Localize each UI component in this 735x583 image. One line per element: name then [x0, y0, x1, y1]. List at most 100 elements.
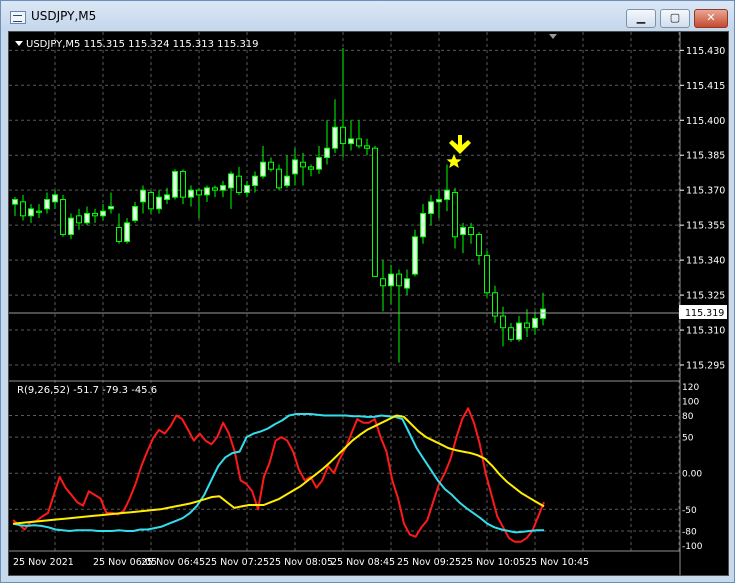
candle-body: [92, 212, 98, 217]
candle-body: [476, 233, 482, 256]
indicator-axis-label: -100: [682, 542, 703, 552]
candle-body: [132, 206, 138, 221]
candle-body: [380, 278, 386, 287]
candle-body: [268, 161, 274, 170]
candle-body: [44, 199, 50, 210]
candle-body: [148, 192, 154, 210]
price-axis-label: 115.310: [686, 326, 725, 337]
candle-body: [324, 147, 330, 159]
candle-body: [52, 194, 58, 203]
symbol-info-line: USDJPY,M5 115.315 115.324 115.313 115.31…: [26, 39, 259, 50]
price-axis-label: 115.295: [686, 361, 725, 372]
candle-body: [396, 273, 402, 287]
candle-body: [84, 212, 90, 224]
candle-body: [412, 236, 418, 275]
window-titlebar[interactable]: USDJPY,M5 ▁ ▢ ✕: [1, 1, 734, 31]
indicator-line: [12, 413, 544, 534]
indicator-axis-label: 0.00: [682, 470, 702, 480]
collapse-triangle-icon[interactable]: [15, 41, 23, 46]
candle-body: [340, 126, 346, 145]
time-axis-label: 25 Nov 2021: [13, 557, 74, 568]
candle-body: [436, 199, 442, 203]
time-axis-label: 25 Nov 09:25: [397, 557, 461, 568]
price-axis-label: 115.415: [686, 81, 725, 92]
candle-body: [20, 201, 26, 217]
candle-body: [100, 210, 106, 217]
candle-body: [316, 157, 322, 170]
indicator-axis-label: 50: [682, 434, 694, 444]
candle-body: [532, 317, 538, 329]
candle-body: [172, 171, 178, 198]
chart-shift-marker-icon[interactable]: [549, 34, 557, 39]
time-axis-label: 25 Nov 08:45: [331, 557, 395, 568]
price-axis-label: 115.400: [686, 116, 725, 127]
candle-body: [156, 196, 162, 210]
candle-body: [348, 138, 354, 145]
price-axis-label: 115.430: [686, 46, 725, 57]
price-axis-label: 115.355: [686, 221, 725, 232]
price-chart-svg[interactable]: USDJPY,M5 115.315 115.324 115.313 115.31…: [9, 32, 728, 575]
chart-area[interactable]: USDJPY,M5 115.315 115.324 115.313 115.31…: [8, 31, 729, 576]
time-axis-label: 25 Nov 08:05: [269, 557, 333, 568]
indicator-axis-label: 80: [682, 412, 694, 422]
candle-body: [164, 194, 170, 201]
candle-body: [76, 215, 82, 224]
candle-body: [420, 212, 426, 238]
time-axis-label: 25 Nov 06:45: [141, 557, 205, 568]
candle-body: [204, 187, 210, 196]
minimize-button[interactable]: ▁: [626, 9, 656, 28]
candle-body: [60, 199, 66, 235]
down-arrow-icon: [449, 135, 471, 154]
candle-body: [180, 171, 186, 198]
window-title: USDJPY,M5: [31, 9, 97, 23]
indicator-label: R(9,26,52) -51.7 -79.3 -45.6: [17, 385, 157, 396]
candle-body: [460, 226, 466, 235]
indicator-axis-label: 120: [682, 383, 699, 393]
candle-body: [188, 189, 194, 198]
maximize-button[interactable]: ▢: [660, 9, 690, 28]
candle-body: [500, 315, 506, 329]
candle-body: [124, 222, 130, 242]
price-axis-label: 115.370: [686, 186, 725, 197]
candle-body: [260, 161, 266, 177]
candle-body: [244, 185, 250, 194]
candle-body: [372, 147, 378, 277]
candle-body: [388, 273, 394, 287]
candle-body: [508, 327, 514, 340]
indicator-axis-label: -80: [682, 527, 697, 537]
chart-window-icon: [10, 11, 26, 24]
indicator-line: [12, 407, 545, 543]
indicator-axis-label: 100: [682, 398, 699, 408]
candle-body: [36, 210, 42, 213]
candle-body: [444, 189, 450, 201]
time-axis-label: 25 Nov 10:45: [525, 557, 589, 568]
time-axis-labels: 25 Nov 2021 25 Nov 06:0525 Nov 06:45 25 No…: [13, 557, 589, 568]
price-axis-labels: 115.430 115.415 115.400 115.385 115.370 115.3…: [680, 46, 725, 372]
candle-body: [108, 206, 114, 210]
candle-body: [212, 187, 218, 191]
candle-body: [524, 322, 530, 329]
candle-body: [300, 161, 306, 168]
candle-body: [540, 308, 546, 319]
candle-body: [484, 254, 490, 294]
grid-lines: [9, 32, 680, 551]
candle-body: [452, 192, 458, 238]
candle-body: [284, 175, 290, 187]
indicator-series: [12, 407, 545, 543]
signal-marker: [446, 135, 471, 168]
candle-body: [404, 278, 410, 289]
candle-body: [276, 168, 282, 189]
close-button[interactable]: ✕: [694, 9, 728, 28]
indicator-axis-labels: 120 100 80 50 0.00 -50 -80 -100: [682, 383, 703, 552]
candle-body: [228, 173, 234, 189]
candle-body: [516, 322, 522, 340]
time-axis-label: 25 Nov 07:25: [205, 557, 269, 568]
candle-body: [68, 217, 74, 235]
candle-body: [28, 208, 34, 217]
candle-body: [468, 226, 474, 235]
candle-body: [364, 145, 370, 149]
indicator-axis-label: -50: [682, 506, 697, 516]
price-axis-label: 115.340: [686, 256, 725, 267]
candle-body: [116, 226, 122, 242]
candle-body: [196, 189, 202, 196]
